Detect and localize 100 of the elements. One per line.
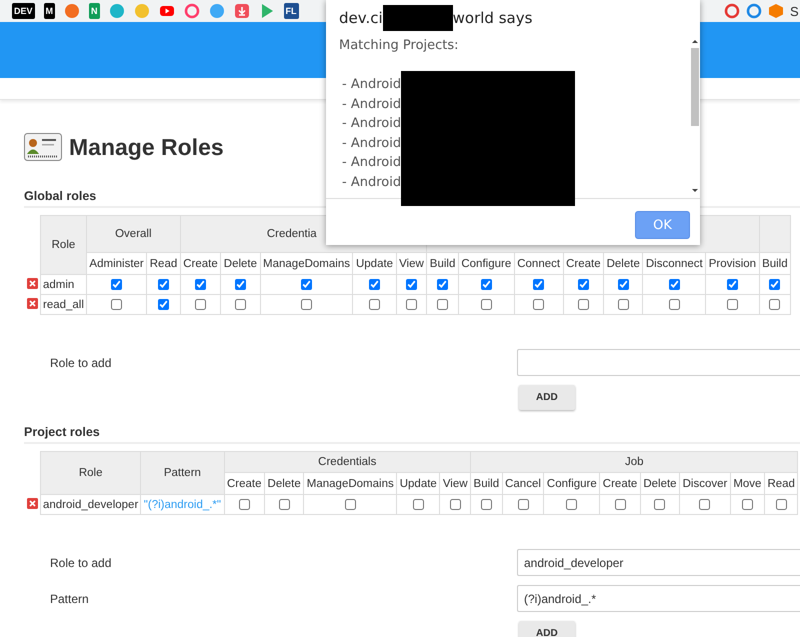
ring-icon[interactable] <box>746 3 762 19</box>
checkbox[interactable] <box>234 278 246 290</box>
checkbox[interactable] <box>344 498 356 510</box>
checkbox[interactable] <box>668 278 680 290</box>
checkbox[interactable] <box>480 498 492 510</box>
checkbox[interactable] <box>195 298 206 310</box>
input-field[interactable] <box>517 349 800 376</box>
column-header: Role <box>40 216 86 274</box>
project-item: - Android <box>341 96 402 114</box>
checkbox[interactable] <box>518 498 529 510</box>
column-header: Connect <box>514 252 564 274</box>
column-header: Delete <box>264 472 304 494</box>
column-header: Build <box>426 252 458 274</box>
checkbox[interactable] <box>369 278 380 290</box>
checkbox[interactable] <box>726 298 738 310</box>
project-item: - Android <box>341 154 402 172</box>
circle-icon[interactable] <box>64 3 80 19</box>
input-field[interactable]: (?i)android_.* <box>517 585 800 612</box>
checkbox[interactable] <box>450 498 461 510</box>
column-header: Delete <box>604 252 643 274</box>
column-header: Administer <box>86 252 147 274</box>
checkbox[interactable] <box>668 298 680 310</box>
checkbox[interactable] <box>406 278 417 290</box>
checkbox[interactable] <box>769 298 780 310</box>
column-header: Create <box>600 472 640 494</box>
column-header: ManageDomains <box>260 252 353 274</box>
bookmark-logo[interactable]: M <box>44 3 56 19</box>
checkbox[interactable] <box>769 278 780 290</box>
ring-icon[interactable] <box>724 3 740 19</box>
column-header: Configure <box>544 472 600 494</box>
column-header: Disconnect <box>642 252 706 274</box>
play-icon[interactable] <box>158 3 175 19</box>
bookmark-logo[interactable]: N <box>89 3 100 19</box>
checkbox[interactable] <box>480 298 492 310</box>
redaction-block <box>382 5 453 31</box>
checkbox[interactable] <box>776 498 787 510</box>
dialog-title: dev.ci <box>339 9 383 27</box>
checkbox[interactable] <box>533 298 544 310</box>
field-label: Role to add <box>50 556 112 570</box>
role-name: admin <box>40 274 86 294</box>
column-header: Update <box>396 472 440 494</box>
role-name: read_all <box>40 294 86 314</box>
cube-icon[interactable] <box>768 3 784 19</box>
profile-letter[interactable]: S <box>790 4 800 18</box>
circle-icon[interactable] <box>208 3 225 19</box>
circle-icon[interactable] <box>108 3 125 19</box>
add-button[interactable]: ADD <box>519 621 575 637</box>
project-item: - Android <box>341 174 402 192</box>
column-header: View <box>440 472 471 494</box>
checkbox[interactable] <box>578 278 589 290</box>
checkbox[interactable] <box>158 298 169 310</box>
checkbox[interactable] <box>437 278 448 290</box>
checkbox[interactable] <box>699 498 710 510</box>
bookmark-logo[interactable]: DEV <box>12 3 35 19</box>
checkbox[interactable] <box>566 498 578 510</box>
checkbox[interactable] <box>726 278 738 290</box>
group-header: Credentials <box>224 452 471 472</box>
checkbox[interactable] <box>480 278 492 290</box>
delete-icon[interactable] <box>27 278 38 288</box>
field-label: Role to add <box>50 356 112 370</box>
checkbox[interactable] <box>301 278 312 290</box>
dialog-title: world says <box>452 9 532 27</box>
checkbox[interactable] <box>437 298 448 310</box>
checkbox[interactable] <box>195 278 206 290</box>
checkbox[interactable] <box>406 298 417 310</box>
group-header: Overall <box>86 216 180 252</box>
checkbox[interactable] <box>742 498 753 510</box>
checkbox[interactable] <box>412 498 424 510</box>
checkbox[interactable] <box>111 298 122 310</box>
project-item: - Android <box>341 115 402 133</box>
delete-icon[interactable] <box>27 298 38 308</box>
column-header: Build <box>470 472 502 494</box>
checkbox[interactable] <box>614 498 626 510</box>
checkbox[interactable] <box>158 278 169 290</box>
checkbox[interactable] <box>238 498 250 510</box>
checkbox[interactable] <box>618 278 629 290</box>
checkbox[interactable] <box>111 278 122 290</box>
checkbox[interactable] <box>369 298 380 310</box>
checkbox[interactable] <box>533 278 544 290</box>
column-header: Read <box>146 252 180 274</box>
add-button[interactable]: ADD <box>519 385 575 410</box>
column-header: Cancel <box>502 472 544 494</box>
section-heading: Project roles <box>24 425 800 444</box>
project-item: - Android <box>341 134 402 152</box>
delete-icon[interactable] <box>27 498 38 508</box>
checkbox[interactable] <box>654 498 666 510</box>
ring-icon[interactable] <box>184 3 200 19</box>
checkbox[interactable] <box>578 298 589 310</box>
download-icon[interactable] <box>234 3 250 19</box>
checkbox[interactable] <box>234 298 246 310</box>
checkbox[interactable] <box>278 498 290 510</box>
column-header: Create <box>563 252 604 274</box>
bookmark-logo[interactable]: FL <box>284 3 299 19</box>
checkbox[interactable] <box>618 298 629 310</box>
input-field[interactable]: android_developer <box>517 549 800 576</box>
checkbox[interactable] <box>301 298 312 310</box>
project-item: - Android <box>341 76 402 94</box>
column-header: Read <box>764 472 798 494</box>
column-header: Pattern <box>140 452 224 494</box>
role-name: android_developer <box>40 494 141 514</box>
